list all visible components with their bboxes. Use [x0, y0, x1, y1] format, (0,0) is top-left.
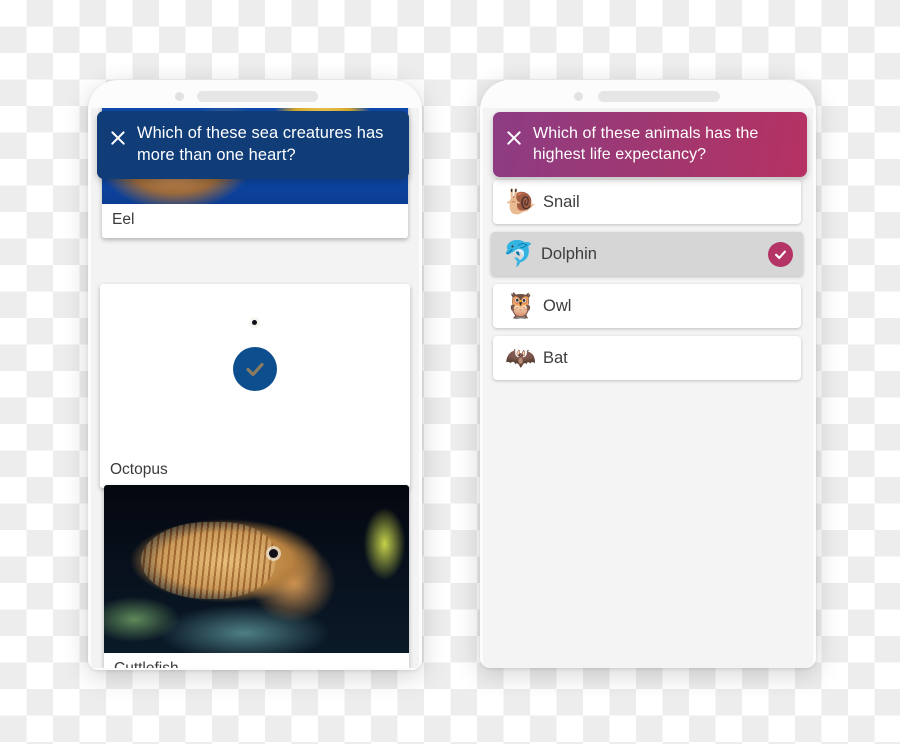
option-label-bat: Bat: [543, 348, 568, 367]
option-row-dolphin[interactable]: 🐬 Dolphin: [491, 232, 803, 276]
screenshot-canvas: Eel Octopus Which of these sea creatures…: [0, 0, 900, 744]
phone-mockup-right: 🐌 Snail 🐬 Dolphin 🦉 Owl 🦇 Bat Which of t…: [480, 80, 816, 668]
question-text-right: Which of these animals has the highest l…: [533, 125, 759, 164]
option-label-eel: Eel: [102, 204, 408, 238]
option-label-octopus: Octopus: [100, 454, 410, 488]
cuttlefish-eye: [268, 548, 278, 558]
option-label-cuttlefish: Cuttlefish: [104, 653, 409, 668]
earpiece-speaker-icon: [197, 91, 318, 102]
phone-top-bezel-left: [88, 80, 422, 108]
earpiece-speaker-icon: [598, 91, 720, 102]
close-icon[interactable]: [501, 125, 527, 151]
phone-top-bezel-right: [480, 80, 816, 108]
option-row-bat[interactable]: 🦇 Bat: [493, 336, 801, 380]
close-icon[interactable]: [105, 125, 131, 151]
snail-icon: 🐌: [505, 187, 537, 216]
selected-check-badge-dolphin: [768, 241, 793, 267]
phone-mockup-left: Eel Octopus Which of these sea creatures…: [88, 80, 422, 670]
option-card-octopus[interactable]: Octopus: [100, 284, 410, 488]
option-label-dolphin: Dolphin: [541, 244, 597, 263]
front-camera-icon: [574, 92, 583, 101]
option-label-owl: Owl: [543, 296, 572, 315]
front-camera-icon: [175, 92, 184, 101]
phone-screen-right: 🐌 Snail 🐬 Dolphin 🦉 Owl 🦇 Bat Which of t…: [483, 108, 813, 668]
option-image-octopus: [100, 284, 410, 454]
option-label-snail: Snail: [543, 192, 580, 211]
question-text-left: Which of these sea creatures has more th…: [137, 124, 384, 164]
selected-check-badge-octopus: [233, 347, 277, 391]
dolphin-icon: 🐬: [503, 239, 535, 268]
option-card-cuttlefish[interactable]: Cuttlefish: [104, 485, 409, 668]
octopus-eye: [251, 319, 257, 325]
phone-screen-left: Eel Octopus Which of these sea creatures…: [91, 108, 419, 668]
question-header-right: Which of these animals has the highest l…: [493, 112, 807, 178]
bat-icon: 🦇: [505, 343, 537, 372]
cuttlefish-pattern: [140, 521, 275, 600]
option-row-owl[interactable]: 🦉 Owl: [493, 284, 801, 328]
question-header-left: Which of these sea creatures has more th…: [97, 111, 409, 180]
owl-icon: 🦉: [505, 291, 537, 320]
option-image-cuttlefish: [104, 485, 409, 653]
option-row-snail[interactable]: 🐌 Snail: [493, 180, 801, 224]
